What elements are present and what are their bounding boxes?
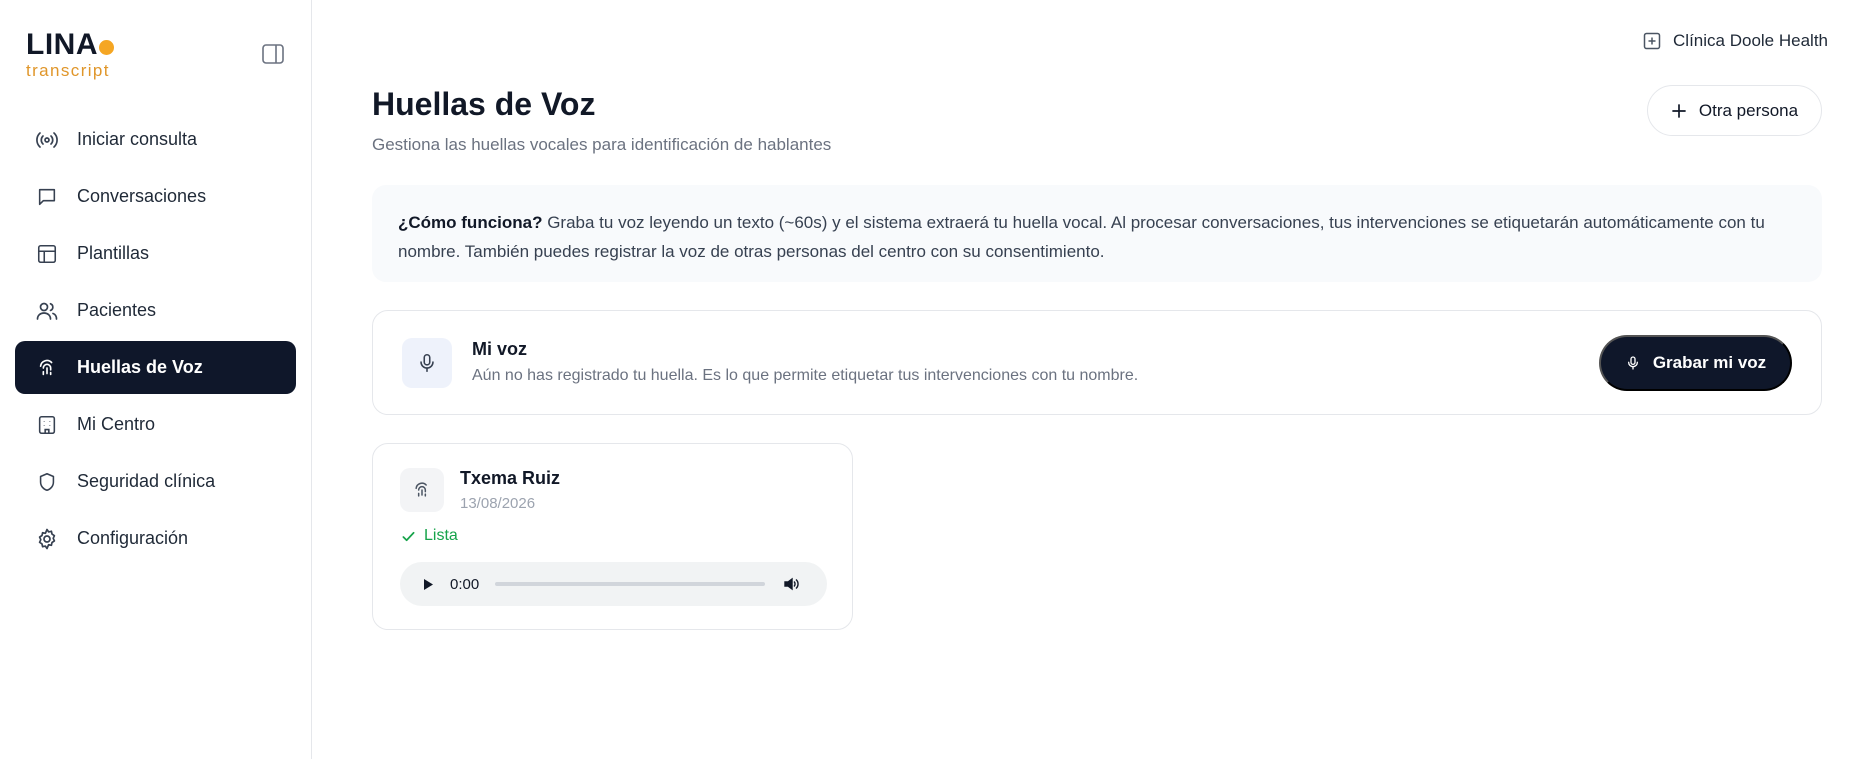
voiceprint-card: Txema Ruiz 13/08/2026 Lista 0:00 xyxy=(372,443,853,630)
how-it-works-info: ¿Cómo funciona? Graba tu voz leyendo un … xyxy=(372,185,1822,282)
my-voice-avatar xyxy=(402,338,452,388)
sidebar-item-plantillas[interactable]: Plantillas xyxy=(15,227,296,280)
chat-bubble-icon xyxy=(33,183,61,211)
play-icon xyxy=(424,578,433,590)
my-voice-description: Aún no has registrado tu huella. Es lo q… xyxy=(472,367,1139,384)
sidebar-item-label: Huellas de Voz xyxy=(77,357,203,377)
sidebar-item-seguridad-clinica[interactable]: Seguridad clínica xyxy=(15,455,296,508)
info-text: Graba tu voz leyendo un texto (~60s) y e… xyxy=(398,213,1765,261)
plus-icon xyxy=(1672,103,1686,118)
fingerprint-icon xyxy=(415,482,427,497)
sidebar-item-label: Mi Centro xyxy=(77,414,156,434)
sidebar-item-configuracion[interactable]: Configuración xyxy=(15,512,296,565)
layout-template-icon xyxy=(33,240,61,268)
info-heading: ¿Cómo funciona? xyxy=(398,213,543,232)
voiceprint-avatar xyxy=(400,468,444,512)
voiceprint-date: 13/08/2026 xyxy=(460,495,536,512)
sidebar: LINA transcript Iniciar consulta Convers… xyxy=(0,0,312,759)
sidebar-item-label: Iniciar consulta xyxy=(77,129,198,149)
sidebar-item-mi-centro[interactable]: Mi Centro xyxy=(15,398,296,451)
fingerprint-icon xyxy=(33,354,61,382)
page-subtitle: Gestiona las huellas vocales para identi… xyxy=(372,135,832,154)
sidebar-item-label: Conversaciones xyxy=(77,186,207,206)
sidebar-item-label: Configuración xyxy=(77,528,189,548)
my-voice-title: Mi voz xyxy=(472,339,528,359)
record-my-voice-button[interactable]: Grabar mi voz xyxy=(1599,335,1792,391)
clinic-selector[interactable]: Clínica Doole Health xyxy=(1643,28,1828,54)
play-button[interactable] xyxy=(418,574,438,594)
collapse-sidebar-button[interactable] xyxy=(260,42,286,66)
audio-time: 0:00 xyxy=(450,575,480,593)
check-icon xyxy=(402,531,415,541)
microphone-icon xyxy=(420,353,434,373)
sidebar-item-conversaciones[interactable]: Conversaciones xyxy=(15,170,296,223)
record-my-voice-label: Grabar mi voz xyxy=(1652,353,1767,372)
status-badge: Lista xyxy=(401,527,458,545)
sidebar-item-label: Plantillas xyxy=(77,243,150,263)
logo-subtitle: transcript xyxy=(26,61,110,80)
sidebar-toggle-icon xyxy=(262,44,284,64)
microphone-icon xyxy=(1627,356,1638,370)
sidebar-item-label: Seguridad clínica xyxy=(77,471,216,491)
volume-button[interactable] xyxy=(781,574,801,594)
broadcast-icon xyxy=(33,126,61,154)
clinic-icon xyxy=(1643,32,1661,50)
logo-dot xyxy=(99,40,114,55)
shield-icon xyxy=(33,468,61,496)
add-other-person-label: Otra persona xyxy=(1698,100,1799,120)
sidebar-item-label: Pacientes xyxy=(77,300,157,320)
page-title: Huellas de Voz xyxy=(372,86,596,122)
status-label: Lista xyxy=(424,527,458,544)
my-voice-card: Mi voz Aún no has registrado tu huella. … xyxy=(372,310,1822,415)
building-icon xyxy=(33,411,61,439)
voiceprint-name: Txema Ruiz xyxy=(460,468,561,488)
sidebar-item-iniciar-consulta[interactable]: Iniciar consulta xyxy=(15,113,296,166)
users-icon xyxy=(33,297,61,325)
audio-player: 0:00 xyxy=(400,562,827,606)
gear-icon xyxy=(33,525,61,553)
volume-icon xyxy=(784,577,799,591)
clinic-name: Clínica Doole Health xyxy=(1673,31,1828,50)
add-other-person-button[interactable]: Otra persona xyxy=(1647,85,1822,136)
sidebar-item-huellas-de-voz[interactable]: Huellas de Voz xyxy=(15,341,296,394)
sidebar-nav: Iniciar consulta Conversaciones Plantill… xyxy=(15,113,296,569)
sidebar-item-pacientes[interactable]: Pacientes xyxy=(15,284,296,337)
audio-progress-track[interactable] xyxy=(495,582,766,586)
app-logo[interactable]: LINA transcript xyxy=(26,28,126,82)
